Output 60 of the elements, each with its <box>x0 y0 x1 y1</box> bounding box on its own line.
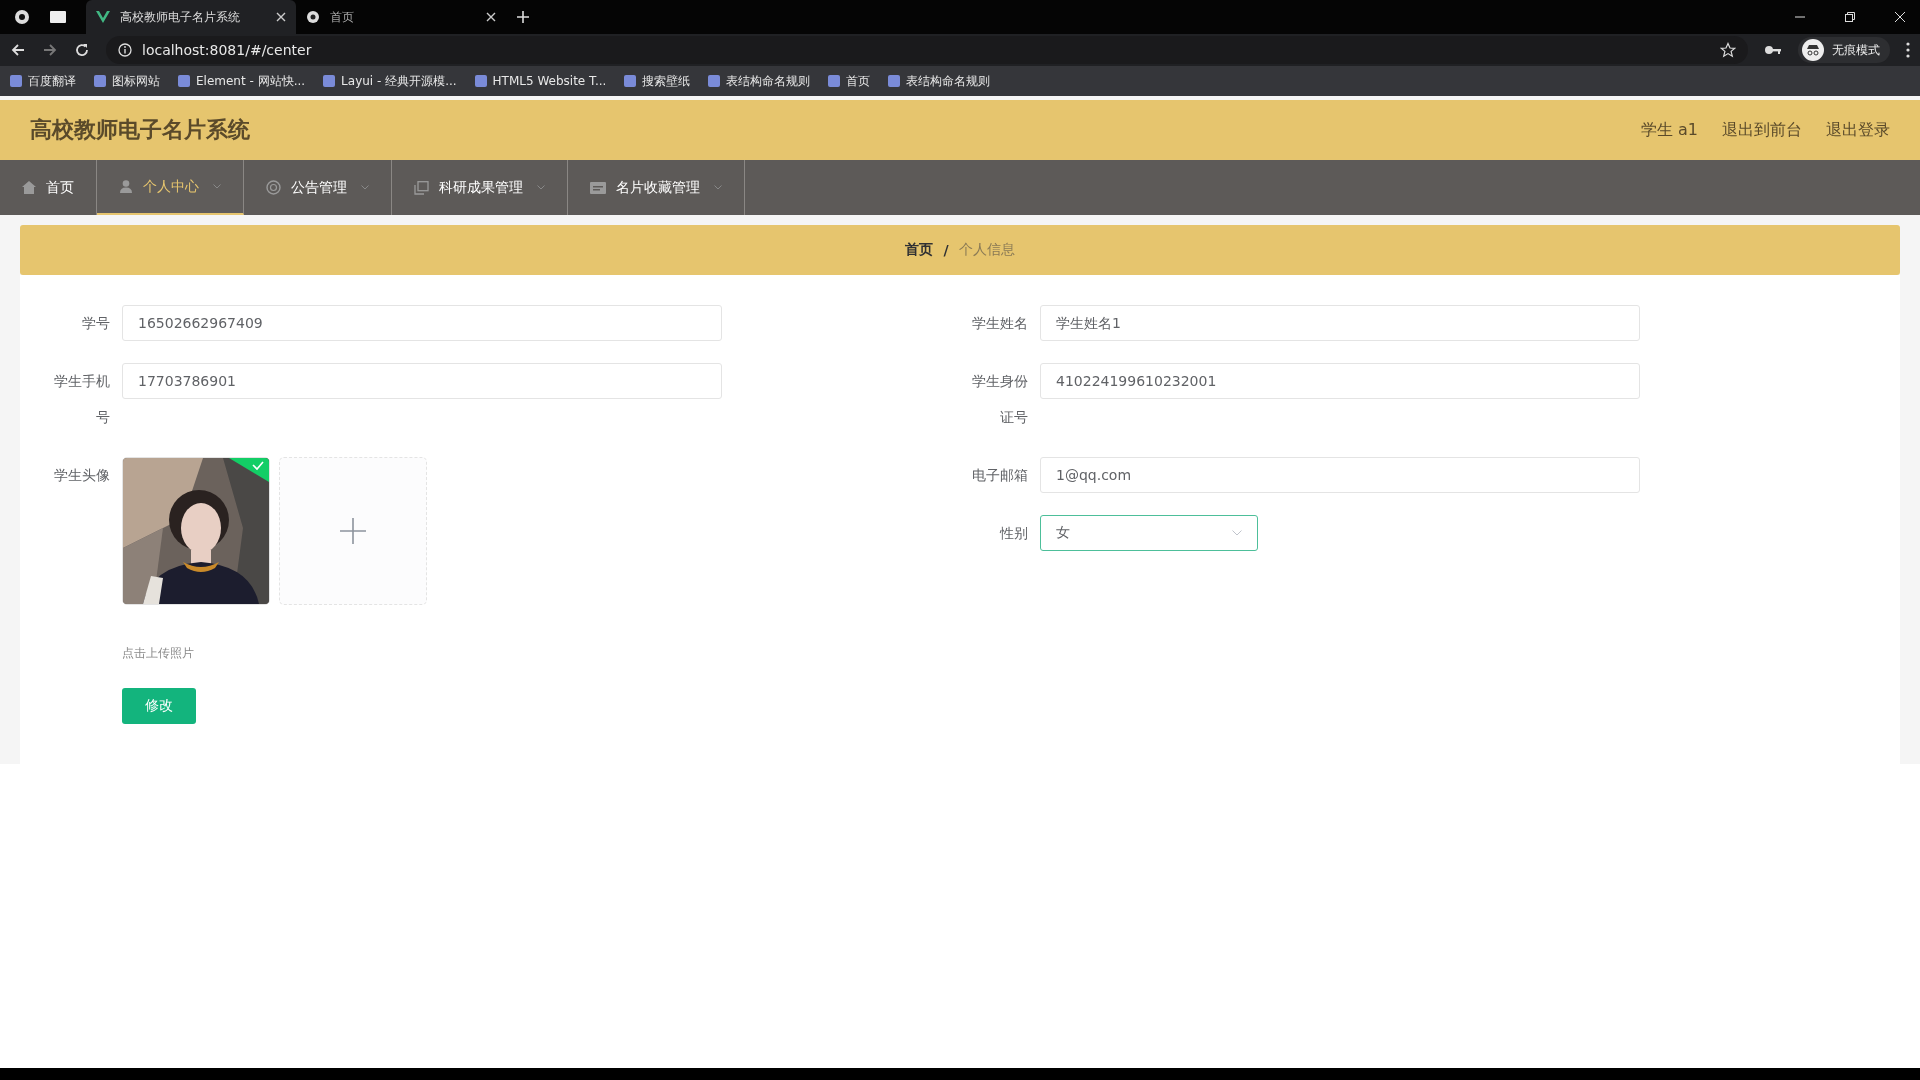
site-title: 高校教师电子名片系统 <box>30 116 250 144</box>
forward-icon[interactable] <box>42 42 58 58</box>
header-link[interactable]: 退出到前台 <box>1722 119 1802 141</box>
browser-menu-icon[interactable] <box>14 9 30 25</box>
chevron-down-icon <box>1232 530 1242 536</box>
header-link[interactable]: 退出登录 <box>1826 119 1890 141</box>
upload-hint: 点击上传照片 <box>122 645 195 662</box>
bookmark[interactable]: Element - 网站快... <box>178 72 306 90</box>
user-icon <box>119 180 133 193</box>
bookmark[interactable]: HTML5 Website T... <box>474 74 607 88</box>
text-field[interactable]: 1@qq.com <box>1040 457 1640 493</box>
vue-logo-icon <box>96 11 110 23</box>
home-icon <box>22 181 36 194</box>
back-icon[interactable] <box>10 42 26 58</box>
browser-tab[interactable]: 首页 <box>296 0 506 34</box>
text-field[interactable]: 17703786901 <box>122 363 722 399</box>
text-field[interactable]: 学生姓名1 <box>1040 305 1640 341</box>
nav-item[interactable]: 公告管理 <box>244 160 392 215</box>
header-link[interactable]: 学生 a1 <box>1640 119 1698 141</box>
bookmark[interactable]: Layui - 经典开源模... <box>323 72 457 90</box>
field-label: 学生姓名 <box>971 314 1029 333</box>
card-icon <box>590 181 606 194</box>
close-icon[interactable] <box>276 12 286 22</box>
bookmark-star-icon[interactable] <box>1720 42 1736 58</box>
field-label: 性别 <box>998 524 1029 543</box>
close-icon[interactable] <box>486 12 496 22</box>
field-label: 学生头像 <box>53 466 111 485</box>
new-tab-icon[interactable] <box>516 10 530 24</box>
close-icon[interactable] <box>1894 11 1906 23</box>
bookmark[interactable]: 首页 <box>828 72 871 90</box>
plus-icon <box>340 518 366 544</box>
copy-icon <box>414 180 429 195</box>
key-icon[interactable] <box>1764 44 1782 56</box>
bookmark[interactable]: 搜索壁纸 <box>624 72 691 90</box>
more-icon[interactable] <box>1906 42 1910 58</box>
bookmark[interactable]: 百度翻译 <box>10 72 76 90</box>
restore-icon[interactable] <box>1844 11 1856 23</box>
reload-icon[interactable] <box>74 42 90 58</box>
breadcrumb-separator: / <box>943 242 949 258</box>
field-label: 电子邮箱 <box>971 466 1029 485</box>
nav-item[interactable]: 科研成果管理 <box>392 160 568 215</box>
bookmark[interactable]: 表结构命名规则 <box>708 72 811 90</box>
info-icon <box>118 43 132 57</box>
nav-item[interactable]: 个人中心 <box>97 160 244 215</box>
address-bar[interactable]: localhost:8081/#/center <box>106 36 1748 64</box>
bookmark[interactable]: 表结构命名规则 <box>888 72 991 90</box>
bookmark[interactable]: 图标网站 <box>94 72 160 90</box>
breadcrumb-link[interactable]: 首页 <box>905 241 934 259</box>
text-field[interactable]: 410224199610232001 <box>1040 363 1640 399</box>
select-field[interactable]: 女 <box>1040 515 1258 551</box>
incognito-icon <box>1802 39 1824 61</box>
nav-item[interactable]: 名片收藏管理 <box>568 160 745 215</box>
text-field[interactable]: 16502662967409 <box>122 305 722 341</box>
globe-icon <box>306 10 320 24</box>
field-label: 学生身份证号 <box>971 372 1029 427</box>
browser-tab[interactable]: 高校教师电子名片系统 <box>86 0 296 34</box>
field-label: 学号 <box>81 314 111 333</box>
circle-icon <box>266 180 281 195</box>
field-label: 学生手机号 <box>53 372 111 427</box>
incognito-badge[interactable]: 无痕模式 <box>1798 37 1890 63</box>
